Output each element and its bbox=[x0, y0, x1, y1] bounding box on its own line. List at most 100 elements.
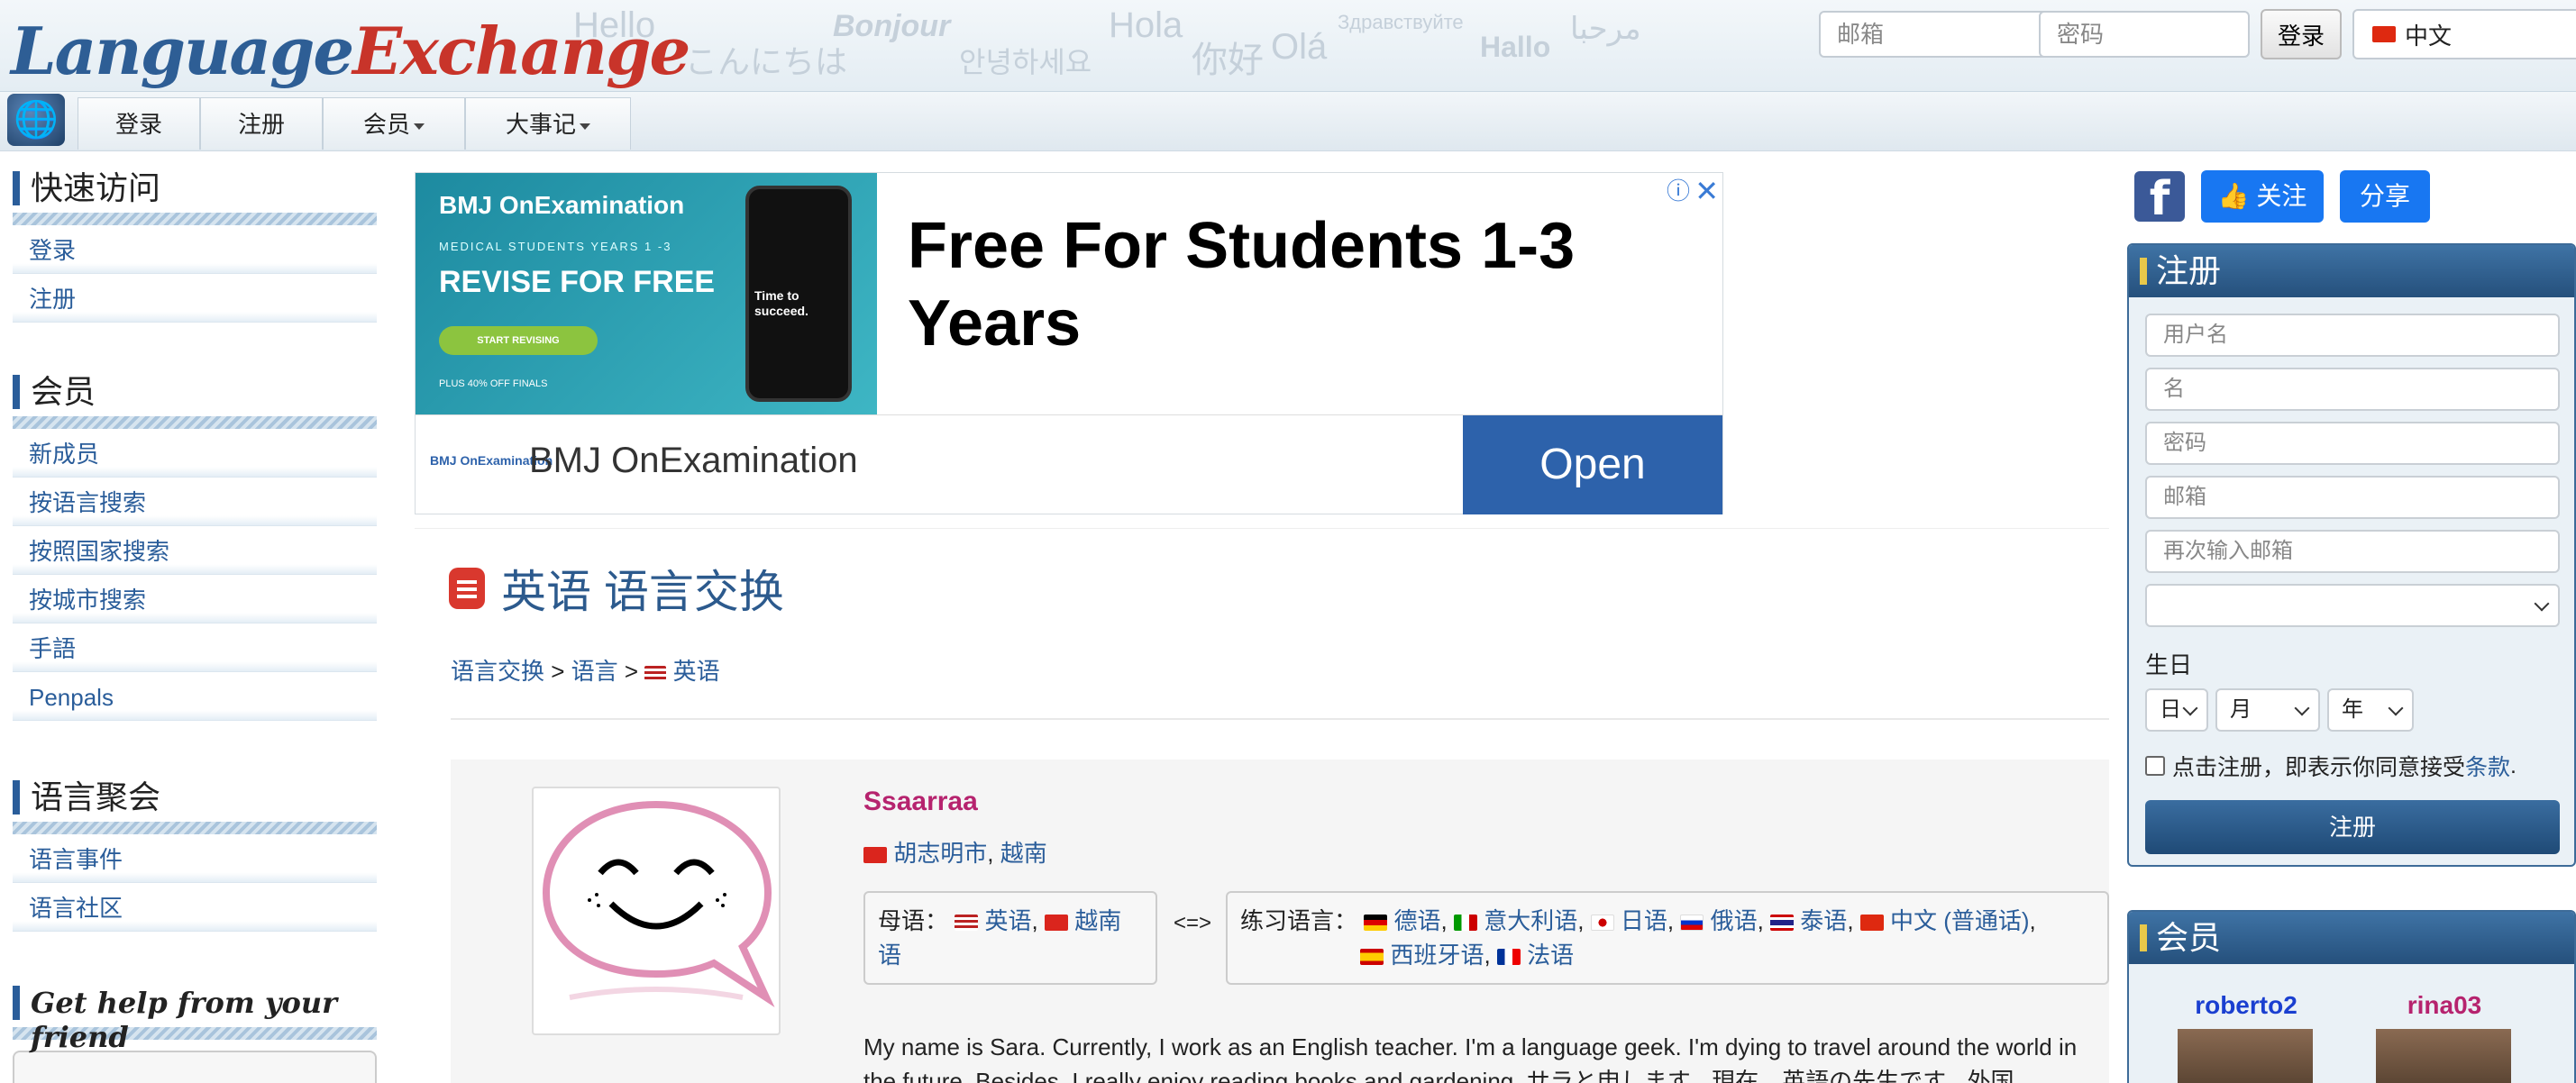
hello-word: こんにちは bbox=[685, 43, 848, 80]
birth-day-select[interactable]: 日 bbox=[2145, 688, 2208, 732]
practice-language[interactable]: 德语 bbox=[1393, 907, 1440, 934]
practice-language[interactable]: 日语 bbox=[1621, 907, 1667, 934]
ad-brand-small: BMJ OnExamination bbox=[439, 191, 685, 219]
germany-flag-icon bbox=[1364, 915, 1388, 932]
profile-city[interactable]: 胡志明市 bbox=[893, 840, 987, 867]
ad-headline-small: REVISE FOR FREE bbox=[439, 265, 716, 299]
facebook-share-button[interactable]: 分享 bbox=[2340, 170, 2430, 223]
ad-footnote: PLUS 40% OFF FINALS bbox=[439, 378, 548, 389]
header-password-input[interactable] bbox=[2039, 11, 2250, 58]
sidebar-item-sign-language[interactable]: 手語 bbox=[13, 623, 377, 672]
sidebar-item-penpals[interactable]: Penpals bbox=[13, 672, 377, 721]
caret-down-icon bbox=[414, 123, 425, 130]
usa-flag-icon bbox=[955, 915, 979, 932]
member-photo[interactable] bbox=[2376, 1029, 2511, 1083]
member-photo[interactable] bbox=[2178, 1029, 2313, 1083]
members-title: 会员 bbox=[2129, 912, 2574, 964]
ad-image[interactable]: BMJ OnExamination MEDICAL STUDENTS YEARS… bbox=[416, 173, 877, 414]
italy-flag-icon bbox=[1453, 915, 1477, 932]
sidebar-item-events[interactable]: 语言事件 bbox=[13, 834, 377, 883]
ad-advertiser: BMJ OnExamination bbox=[529, 441, 858, 480]
practice-language[interactable]: 俄语 bbox=[1711, 907, 1758, 934]
language-select[interactable]: 中文 bbox=[2352, 9, 2576, 59]
practice-language[interactable]: 法语 bbox=[1527, 942, 1574, 969]
breadcrumb-root[interactable]: 语言交换 bbox=[451, 658, 544, 685]
practice-language[interactable]: 中文 (普通话) bbox=[1890, 907, 2030, 934]
page-title: 英语 语言交换 bbox=[449, 556, 784, 621]
breadcrumb-languages[interactable]: 语言 bbox=[571, 658, 618, 685]
birthday-label: 生日 bbox=[2145, 651, 2193, 678]
firstname-input[interactable]: 名 bbox=[2145, 368, 2560, 411]
hello-word: Здравствуйте bbox=[1338, 11, 1464, 33]
email-confirm-input[interactable]: 再次输入邮箱 bbox=[2145, 530, 2560, 573]
ad-info-icon[interactable]: ⓘ bbox=[1667, 173, 1690, 209]
ad-open-button[interactable]: Open bbox=[1463, 415, 1722, 514]
native-label: 母语： bbox=[878, 907, 949, 934]
avatar[interactable] bbox=[532, 787, 781, 1035]
thailand-flag-icon bbox=[1770, 915, 1795, 932]
breadcrumb: 语言交换 > 语言 > 英语 bbox=[451, 658, 720, 685]
help-widget[interactable] bbox=[13, 1051, 377, 1083]
sidebar-item-new-members[interactable]: 新成员 bbox=[13, 429, 377, 478]
facebook-follow-button[interactable]: 👍 关注 bbox=[2201, 170, 2324, 223]
smiley-avatar-image bbox=[542, 800, 775, 1008]
nav-login[interactable]: 登录 bbox=[78, 97, 200, 150]
nav-register[interactable]: 注册 bbox=[200, 97, 323, 150]
username-input[interactable]: 用户名 bbox=[2145, 314, 2560, 357]
password-input[interactable]: 密码 bbox=[2145, 422, 2560, 465]
divider bbox=[13, 416, 377, 429]
practice-language[interactable]: 西班牙语 bbox=[1390, 942, 1484, 969]
nav-events[interactable]: 大事记 bbox=[465, 97, 631, 150]
sidebar-quick-access: 快速访问 登录 注册 bbox=[13, 171, 377, 323]
hello-word: Hello bbox=[573, 5, 656, 45]
nav-members[interactable]: 会员 bbox=[323, 97, 465, 150]
main-content: 英语 语言交换 语言交换 > 语言 > 英语 Ssaarraa 胡志明市, 越南 bbox=[415, 528, 2109, 1083]
birth-month-select[interactable]: 月 bbox=[2215, 688, 2320, 732]
practice-language[interactable]: 泰语 bbox=[1800, 907, 1847, 934]
sidebar-item-login[interactable]: 登录 bbox=[13, 225, 377, 274]
divider bbox=[13, 822, 377, 834]
terms-checkbox[interactable] bbox=[2145, 756, 2165, 776]
hello-word: 안녕하세요 bbox=[959, 46, 1092, 78]
sidebar-members: 会员 新成员 按语言搜索 按照国家搜索 按城市搜索 手語 Penpals bbox=[13, 375, 377, 721]
profile-card: Ssaarraa 胡志明市, 越南 母语： 英语, 越南语 <=> 练习语言： … bbox=[451, 760, 2109, 1083]
france-flag-icon bbox=[1496, 949, 1521, 966]
globe-icon[interactable]: 🌐 bbox=[7, 94, 65, 146]
email-input[interactable]: 邮箱 bbox=[2145, 476, 2560, 519]
header-login-button[interactable]: 登录 bbox=[2261, 9, 2342, 59]
profile-country[interactable]: 越南 bbox=[1000, 840, 1047, 867]
ad-close-icon[interactable]: ✕ bbox=[1694, 173, 1719, 209]
phone-image: Time to succeed. bbox=[745, 186, 852, 402]
register-submit-button[interactable]: 注册 bbox=[2145, 800, 2560, 854]
hello-word: 你好 bbox=[1192, 41, 1264, 80]
advertisement[interactable]: BMJ OnExamination MEDICAL STUDENTS YEARS… bbox=[415, 172, 1723, 514]
breadcrumb-current[interactable]: 英语 bbox=[673, 658, 720, 685]
vietnam-flag-icon bbox=[1044, 915, 1068, 932]
spain-flag-icon bbox=[1360, 949, 1384, 966]
ad-title[interactable]: Free For Students 1-3 Years bbox=[908, 207, 1593, 362]
facebook-icon[interactable]: f bbox=[2134, 171, 2185, 226]
sidebar-item-communities[interactable]: 语言社区 bbox=[13, 883, 377, 932]
member-name[interactable]: roberto2 bbox=[2174, 991, 2318, 1020]
profile-name[interactable]: Ssaarraa bbox=[863, 787, 978, 817]
profile-bio: My name is Sara. Currently, I work as an… bbox=[863, 1033, 2078, 1083]
practice-language[interactable]: 意大利语 bbox=[1484, 907, 1577, 934]
gender-select[interactable] bbox=[2145, 584, 2560, 627]
sidebar-section-title: 会员 bbox=[13, 375, 377, 409]
register-panel: 注册 用户名 名 密码 邮箱 再次输入邮箱 生日 日 月 年 点击注册，即表示你… bbox=[2127, 243, 2576, 867]
sidebar-item-search-city[interactable]: 按城市搜索 bbox=[13, 575, 377, 623]
sidebar-item-search-country[interactable]: 按照国家搜索 bbox=[13, 526, 377, 575]
divider bbox=[13, 213, 377, 225]
russia-flag-icon bbox=[1680, 915, 1704, 932]
japan-flag-icon bbox=[1590, 915, 1614, 932]
sidebar-item-search-language[interactable]: 按语言搜索 bbox=[13, 478, 377, 526]
member-name[interactable]: rina03 bbox=[2372, 991, 2517, 1020]
sidebar-item-register[interactable]: 注册 bbox=[13, 274, 377, 323]
native-language[interactable]: 英语 bbox=[984, 907, 1031, 934]
terms-row: 点击注册，即表示你同意接受 条款. bbox=[2145, 750, 2517, 782]
site-header: LanguageExchange Hello こんにちは Bonjour 안녕하… bbox=[0, 0, 2576, 92]
terms-link[interactable]: 条款 bbox=[2465, 750, 2510, 782]
chevron-down-icon bbox=[2534, 596, 2550, 612]
birth-year-select[interactable]: 年 bbox=[2327, 688, 2414, 732]
hello-word: Olá bbox=[1271, 27, 1328, 67]
